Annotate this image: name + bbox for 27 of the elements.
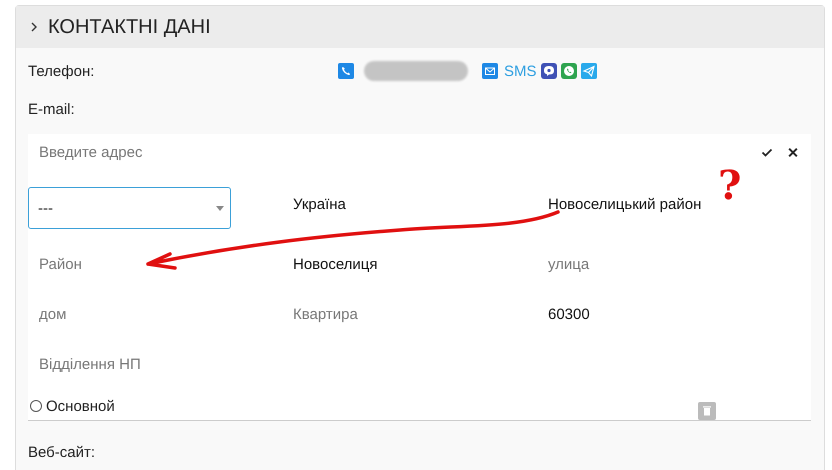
caret-icon (216, 206, 224, 210)
field-label: Веб-сайт: (28, 444, 96, 460)
chat-bubble-icon[interactable] (540, 63, 557, 79)
address-field[interactable]: Відділення НП (28, 354, 239, 374)
address-field[interactable]: Район (28, 254, 239, 274)
address-field[interactable]: улица (548, 254, 748, 274)
address-value: 60300 (548, 306, 590, 322)
address-value: Новоселицький район (548, 196, 702, 212)
phone-icon[interactable] (338, 63, 354, 79)
paper-plane-icon[interactable] (580, 63, 597, 79)
trash-icon[interactable] (698, 402, 716, 420)
phone-bubble-icon[interactable] (560, 63, 577, 79)
field-label: Телефон: (28, 62, 96, 80)
address-value: Україна (293, 196, 346, 212)
select-dropdown[interactable]: --- (28, 187, 231, 229)
check-icon[interactable] (761, 147, 773, 158)
envelope-icon[interactable] (482, 63, 498, 79)
panel-header[interactable]: КОНТАКТНІ ДАНІ (16, 6, 824, 48)
chevron-icon (30, 22, 38, 32)
close-icon[interactable] (787, 147, 799, 158)
address-field[interactable]: дом (28, 304, 239, 324)
address-value: Новоселиця (293, 256, 378, 272)
question-mark: ? (718, 166, 742, 206)
address-input[interactable]: Введите адрес (28, 142, 747, 163)
primary-radio[interactable]: Основной (30, 398, 115, 414)
address-field[interactable]: Квартира (293, 304, 493, 324)
field-label: E-mail: (28, 100, 76, 118)
